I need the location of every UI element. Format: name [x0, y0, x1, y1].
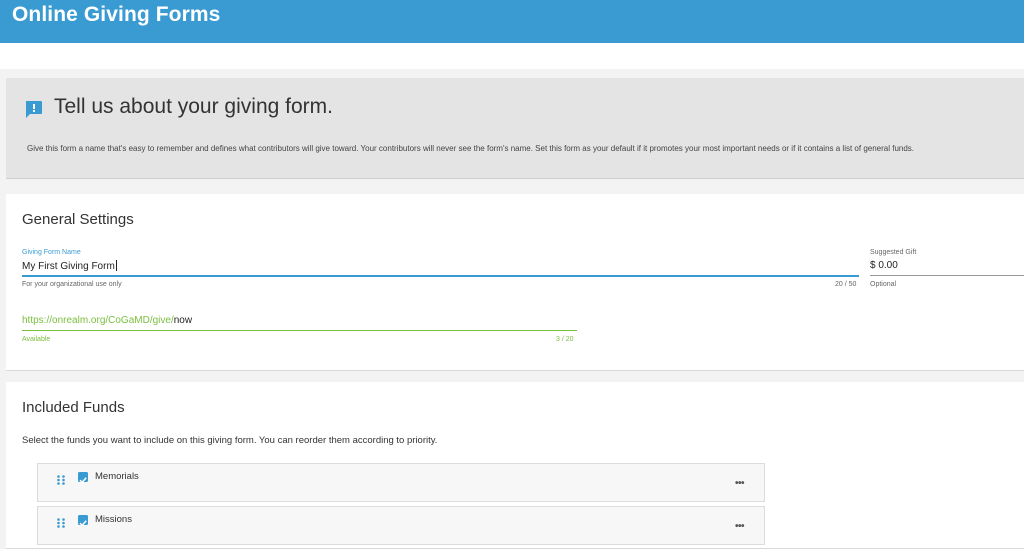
form-url-counter: 3 / 20 — [556, 336, 574, 343]
included-funds-description: Select the funds you want to include on … — [22, 435, 438, 446]
form-url-underline — [22, 330, 577, 331]
fund-row-missions[interactable]: Missions ••• — [37, 506, 765, 545]
included-funds-title: Included Funds — [22, 399, 125, 416]
giving-form-name-label: Giving Form Name — [22, 249, 81, 256]
form-url-slug: now — [173, 315, 193, 326]
drag-handle-icon[interactable] — [57, 472, 65, 485]
intro-panel: Tell us about your giving form. Give thi… — [6, 78, 1024, 179]
app-header: Online Giving Forms — [0, 0, 1024, 43]
more-horizontal-icon[interactable]: ••• — [735, 521, 745, 532]
suggested-gift-helper: Optional — [870, 281, 897, 288]
app-title: Online Giving Forms — [12, 3, 221, 26]
text-cursor — [115, 260, 117, 271]
included-funds-card: Included Funds Select the funds you want… — [6, 382, 1024, 549]
suggested-gift-underline — [870, 275, 1024, 276]
header-spacer — [0, 43, 1024, 69]
more-horizontal-icon[interactable]: ••• — [735, 478, 745, 489]
fund-checkbox-missions[interactable] — [78, 515, 88, 527]
giving-form-name-helper: For your organizational use only — [22, 281, 122, 288]
giving-form-name-counter: 20 / 50 — [835, 281, 857, 288]
intro-heading: Tell us about your giving form. — [54, 95, 333, 118]
fund-name: Missions — [95, 514, 132, 525]
drag-handle-icon[interactable] — [57, 515, 65, 528]
form-url-helper: Available — [22, 336, 51, 343]
suggested-gift-label: Suggested Gift — [870, 249, 917, 256]
checkbox-checked-icon — [79, 520, 87, 527]
fund-checkbox-memorials[interactable] — [78, 472, 88, 484]
giving-form-name-input[interactable]: My First Giving Form — [22, 260, 117, 272]
form-url-input[interactable]: https://onrealm.org/CoGaMD/give/now — [22, 315, 192, 326]
checkbox-checked-icon — [79, 477, 87, 484]
intro-description: Give this form a name that's easy to rem… — [27, 144, 915, 153]
comment-alert-icon — [24, 100, 43, 119]
general-settings-title: General Settings — [22, 211, 134, 228]
giving-form-name-underline — [22, 275, 859, 277]
fund-row-memorials[interactable]: Memorials ••• — [37, 463, 765, 502]
giving-form-name-value: My First Giving Form — [22, 261, 115, 272]
fund-name: Memorials — [95, 471, 139, 482]
suggested-gift-input[interactable]: $ 0.00 — [870, 260, 898, 271]
general-settings-card: General Settings Giving Form Name My Fir… — [6, 194, 1024, 371]
form-url-prefix: https://onrealm.org/CoGaMD/give/ — [22, 315, 174, 326]
